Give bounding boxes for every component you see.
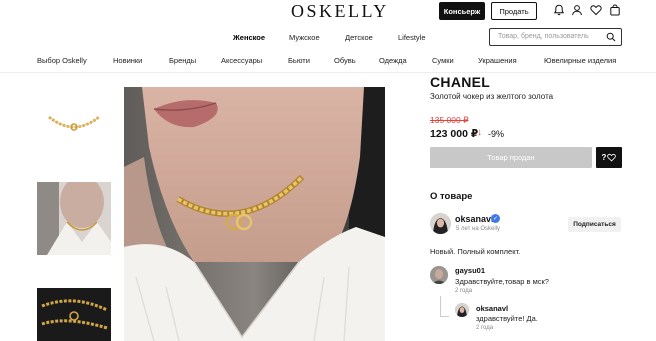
category-new[interactable]: Новинки [113,56,142,65]
price-down-icon: ↓ [477,127,482,138]
reply-connector-h [440,316,449,317]
seller-membership: 5 лет на Oskelly [456,226,501,232]
bell-icon[interactable] [553,4,565,16]
sell-button[interactable]: Продать [491,2,537,20]
gender-tab-women[interactable]: Женское [233,33,265,42]
old-price: 135 000 ₽ [430,115,469,125]
reply-author[interactable]: oksanavl [476,304,508,313]
category-accessories[interactable]: Аксессуары [221,56,262,65]
gender-tab-lifestyle[interactable]: Lifestyle [398,33,426,42]
category-beauty[interactable]: Бьюти [288,56,310,65]
about-title: О товаре [430,191,473,202]
seller-avatar[interactable] [430,213,451,234]
thumbnail-3[interactable] [37,276,111,341]
category-jewelry[interactable]: Украшения [478,56,517,65]
favorite-button[interactable]: ? [596,147,622,168]
concierge-button[interactable]: Консьерж [439,2,485,20]
product-brand[interactable]: CHANEL [430,74,490,90]
heart-icon [607,153,617,162]
category-fine-jewelry[interactable]: Ювелирные изделия [544,56,616,65]
category-bags[interactable]: Сумки [432,56,454,65]
seller-name[interactable]: oksanavl [455,214,494,224]
nav-divider [0,72,656,73]
product-description: Новый. Полный комплект. [430,247,521,256]
favorite-prefix: ? [601,153,607,162]
category-shoes[interactable]: Обувь [334,56,356,65]
category-brands[interactable]: Бренды [169,56,196,65]
follow-button[interactable]: Подписаться [568,217,621,232]
sold-out-button[interactable]: Товар продан [430,147,592,168]
comment-text: Здравствуйте,товар в мск? [455,277,549,286]
reply-text: здравствуйте! Да. [476,314,538,323]
reply-connector [440,296,441,316]
gender-tab-men[interactable]: Мужское [289,33,320,42]
reply-avatar[interactable] [455,303,469,317]
user-icon[interactable] [571,4,583,16]
heart-icon[interactable] [590,4,602,16]
thumbnail-2[interactable] [37,182,111,255]
discount-badge: -9% [488,129,505,139]
search-placeholder: Товар, бренд, пользователь [498,33,589,40]
comment-author[interactable]: gaysu01 [455,266,485,275]
search-input[interactable]: Товар, бренд, пользователь [489,28,622,46]
category-clothing[interactable]: Одежда [379,56,407,65]
logo[interactable]: OSKELLY [291,1,389,22]
current-price: 123 000 ₽ [430,128,479,140]
main-product-photo[interactable] [124,87,385,341]
thumbnail-1[interactable] [37,77,111,160]
verified-icon: ✓ [491,214,500,223]
search-icon[interactable] [606,32,616,42]
gender-tab-kids[interactable]: Детское [345,33,373,42]
bag-icon[interactable] [609,4,621,16]
reply-time: 2 года [476,325,494,331]
product-name: Золотой чокер из желтого золота [430,92,554,101]
comment-avatar[interactable] [430,266,448,284]
comment-time: 2 года [455,288,473,294]
category-oskelly-choice[interactable]: Выбор Oskelly [37,56,87,65]
